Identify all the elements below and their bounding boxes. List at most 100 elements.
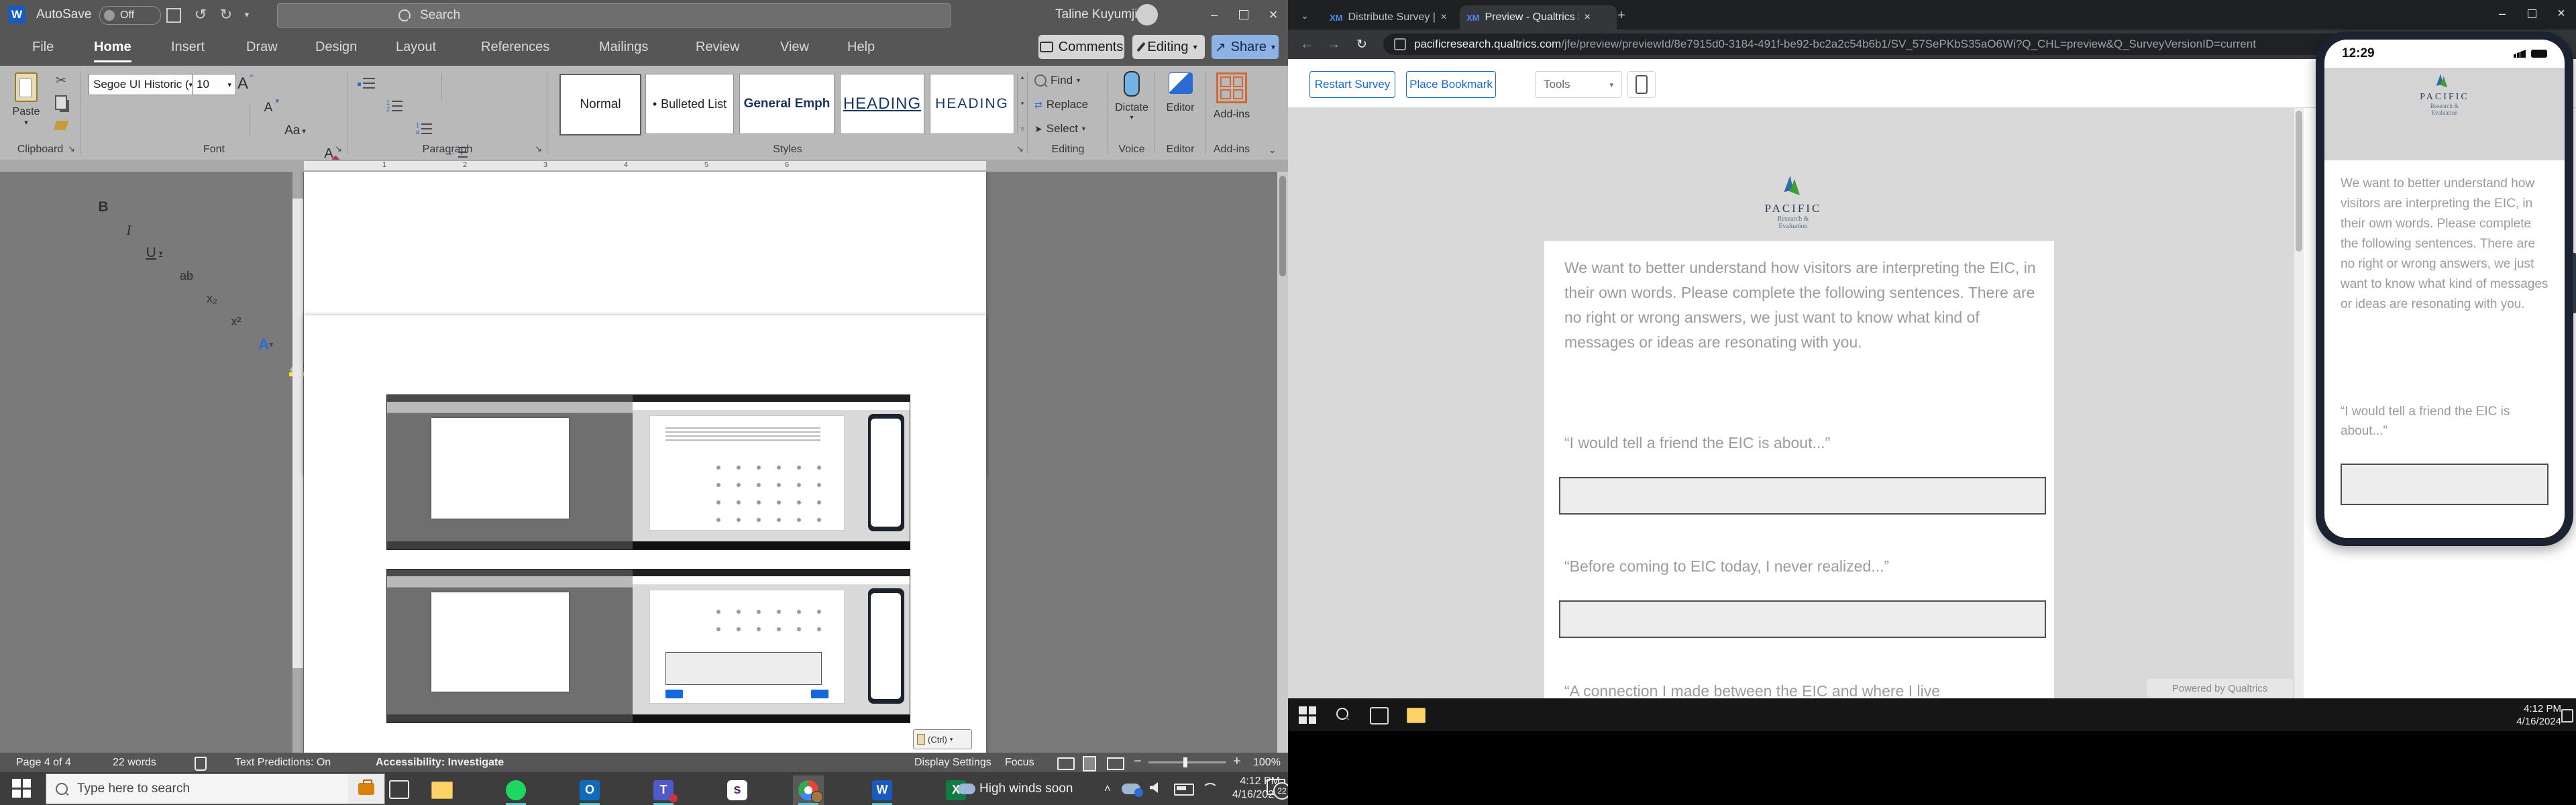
paragraph-dialog-launcher[interactable]: ↘ (535, 144, 542, 154)
taskbar-word[interactable]: W (867, 775, 898, 805)
taskbar-chrome-active[interactable] (793, 775, 824, 805)
font-size-combo[interactable]: 10 ▾ (192, 74, 236, 95)
taskbar-slack[interactable]: s (722, 775, 753, 805)
zoom-out-button[interactable]: − (1134, 754, 1142, 769)
tab-design[interactable]: Design (315, 40, 357, 55)
read-mode-icon[interactable] (1057, 757, 1075, 770)
wifi-icon[interactable] (1202, 783, 1216, 794)
start-button-right[interactable] (1299, 706, 1316, 724)
task-view-icon-right[interactable] (1370, 707, 1389, 724)
phone-input-1[interactable] (2341, 464, 2548, 505)
format-painter-icon[interactable] (53, 121, 69, 130)
paste-options-button[interactable]: (Ctrl) ▾ (913, 729, 972, 749)
style-heading-1[interactable]: HEADING (840, 74, 924, 134)
taskbar-spotify[interactable] (500, 775, 531, 805)
collapse-ribbon-chevron-icon[interactable]: ⌄ (1269, 145, 1276, 156)
tab-draw[interactable]: Draw (246, 40, 278, 55)
search-icon-right[interactable] (1336, 708, 1348, 720)
clock-right[interactable]: 4:12 PM 4/16/2024 (2501, 702, 2561, 728)
clipboard-dialog-launcher[interactable]: ↘ (68, 144, 75, 154)
autosave-toggle[interactable]: Off (99, 6, 161, 25)
tab-2-close-icon[interactable]: × (1585, 11, 1591, 23)
battery-icon[interactable] (1174, 784, 1194, 796)
proofing-icon[interactable] (195, 757, 207, 771)
addins-button[interactable]: Add-ins (1205, 72, 1258, 121)
focus-mode[interactable]: Focus (1005, 757, 1034, 769)
volume-icon[interactable] (1150, 782, 1158, 793)
preview-scrollbar[interactable] (2294, 108, 2304, 698)
word-scrollbar[interactable] (1277, 172, 1288, 753)
task-view-icon[interactable] (389, 780, 409, 799)
font-name-combo[interactable]: Segoe UI Historic (B ▾ (89, 74, 197, 95)
cut-icon[interactable]: ✂ (50, 71, 72, 90)
word-count[interactable]: 22 words (113, 757, 156, 769)
grow-font-icon[interactable]: A ^ (231, 72, 255, 95)
shrink-font-icon[interactable]: A ▾ (256, 97, 280, 119)
find-button[interactable]: Find ▾ (1034, 74, 1080, 87)
tab-view[interactable]: View (780, 40, 809, 55)
browser-tab-1[interactable]: XM Distribute Survey | Qualtrics Exp × (1323, 5, 1469, 30)
tab-search-chevron-icon[interactable]: ⌄ (1297, 8, 1312, 23)
accessibility-status[interactable]: Accessibility: Investigate (376, 757, 504, 769)
tab-1-close-icon[interactable]: × (1441, 11, 1447, 23)
zoom-slider[interactable] (1148, 757, 1226, 767)
zoom-level[interactable]: 100% (1253, 757, 1281, 769)
taskbar-file-explorer[interactable] (427, 775, 458, 805)
style-general-emph[interactable]: General Emph (739, 74, 835, 134)
editor-button[interactable]: Editor (1155, 72, 1205, 114)
page-indicator[interactable]: Page 4 of 4 (16, 757, 71, 769)
tab-references[interactable]: References (481, 40, 549, 55)
copy-icon[interactable] (55, 95, 67, 110)
numbering-icon[interactable]: 12 (382, 95, 407, 118)
bullets-icon[interactable] (354, 72, 378, 95)
tab-mailings[interactable]: Mailings (599, 40, 648, 55)
site-info-icon[interactable] (1394, 38, 1406, 50)
print-layout-icon[interactable] (1083, 756, 1096, 771)
survey-input-2[interactable] (1559, 600, 2046, 638)
chrome-minimize-button[interactable]: – (2487, 0, 2517, 27)
onedrive-icon[interactable] (1122, 784, 1143, 797)
zoom-in-button[interactable]: + (1233, 754, 1241, 769)
address-bar[interactable]: pacificresearch.qualtrics.com/jfe/previe… (1383, 34, 2443, 55)
minimize-button[interactable]: – (1199, 0, 1229, 30)
restore-button[interactable] (1229, 0, 1258, 30)
avatar[interactable] (1136, 4, 1158, 25)
document-canvas[interactable]: (Ctrl) ▾ (0, 172, 1288, 753)
embedded-screenshot-2[interactable] (386, 569, 910, 723)
notification-icon[interactable]: 22 (1267, 779, 1291, 800)
tab-insert[interactable]: Insert (171, 40, 205, 55)
tab-layout[interactable]: Layout (396, 40, 436, 55)
powered-by-qualtrics-badge[interactable]: Powered by Qualtrics (2147, 679, 2293, 698)
replace-button[interactable]: ⇄ Replace (1034, 98, 1088, 111)
display-settings[interactable]: Display Settings (914, 757, 991, 769)
taskbar-right-file-explorer[interactable] (1401, 700, 1432, 730)
style-normal[interactable]: Normal (559, 74, 641, 136)
editing-mode-button[interactable]: Editing ▾ (1132, 35, 1205, 59)
font-dialog-launcher[interactable]: ↘ (335, 144, 342, 154)
weather-widget[interactable]: High winds soon (958, 772, 1073, 805)
taskbar-search-box[interactable]: Type here to search (46, 773, 385, 804)
tab-file[interactable]: File (32, 40, 54, 55)
taskbar-outlook[interactable]: O (574, 775, 605, 805)
browser-tab-2-active[interactable]: XM Preview - Qualtrics Survey | Qua × (1460, 5, 1617, 30)
close-button[interactable]: × (1258, 0, 1288, 30)
notification-icon-right[interactable] (2561, 709, 2573, 722)
dictate-button[interactable]: Dictate ▾ (1108, 71, 1155, 121)
new-tab-button[interactable]: + (1613, 7, 1630, 24)
change-case-icon[interactable]: Aa ▾ (283, 119, 307, 142)
tab-help[interactable]: Help (847, 40, 875, 55)
styles-gallery-scroll[interactable]: ▴ ▾ ▿ (1017, 74, 1027, 133)
tab-home[interactable]: Home (94, 40, 131, 62)
back-icon[interactable]: ← (1297, 35, 1316, 54)
restart-survey-button[interactable]: Restart Survey (1309, 71, 1395, 98)
undo-icon[interactable]: ↺ (191, 5, 211, 24)
document-page-4[interactable]: (Ctrl) ▾ (304, 315, 986, 753)
chrome-maximize-button[interactable] (2517, 0, 2546, 27)
multilevel-list-icon[interactable]: 1a (412, 118, 436, 141)
start-button[interactable] (12, 779, 31, 798)
web-layout-icon[interactable] (1107, 757, 1124, 770)
place-bookmark-button[interactable]: Place Bookmark (1406, 71, 1496, 98)
mobile-view-toggle[interactable] (1627, 71, 1656, 98)
cortana-briefcase-icon[interactable] (348, 774, 384, 804)
comments-button[interactable]: Comments (1038, 35, 1124, 59)
